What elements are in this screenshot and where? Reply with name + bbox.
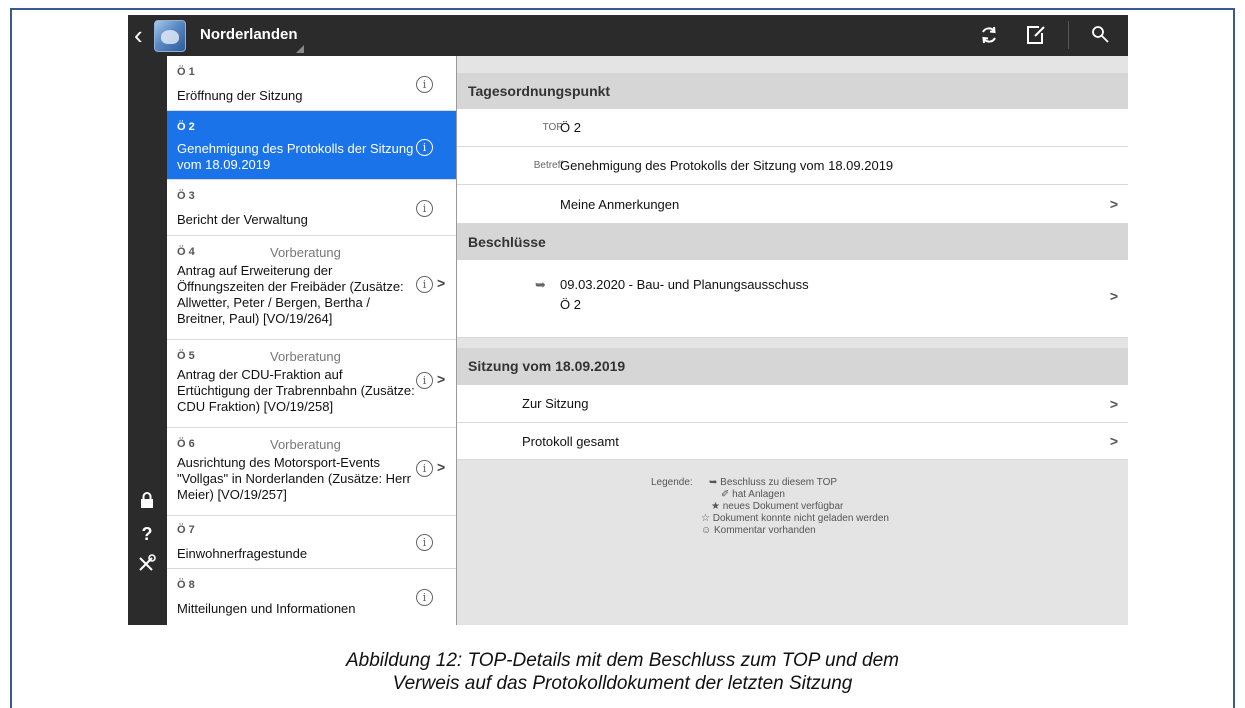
agenda-number: Ö 8: [177, 579, 195, 591]
detail-pane: Tagesordnungspunkt TOP Ö 2 Betreff Geneh…: [457, 56, 1128, 625]
info-icon[interactable]: i: [416, 534, 433, 551]
agenda-number: Ö 1: [177, 66, 195, 78]
refresh-icon[interactable]: [978, 24, 1000, 46]
figure-caption-line2: Verweis auf das Protokolldokument der le…: [392, 673, 853, 694]
figure-caption-line1: Abbildung 12: TOP-Details mit dem Beschl…: [345, 650, 899, 671]
legend-kommentar: ☺ Kommentar vorhanden: [701, 525, 816, 536]
help-icon[interactable]: ?: [136, 524, 158, 546]
agenda-title: Antrag auf Erweiterung der Öffnungszeite…: [177, 263, 404, 326]
agenda-number: Ö 3: [177, 190, 195, 202]
edit-icon[interactable]: [1025, 24, 1047, 46]
info-icon[interactable]: i: [416, 372, 433, 389]
back-chevron-icon[interactable]: ‹: [134, 21, 152, 49]
agenda-number: Ö 2: [177, 121, 195, 133]
chevron-right-icon: >: [1109, 396, 1118, 412]
agenda-item[interactable]: Ö 3 Bericht der Verwaltung i: [167, 180, 456, 236]
agenda-list: Ö 1 Eröffnung der Sitzung i Ö 2 Genehmig…: [167, 56, 456, 625]
info-icon[interactable]: i: [416, 589, 433, 606]
section-header-beschluesse: Beschlüsse: [457, 224, 1128, 260]
anmerkungen-row[interactable]: Meine Anmerkungen >: [457, 185, 1128, 224]
legend-beschluss: ➥ Beschluss zu diesem TOP: [709, 477, 838, 488]
toolbar-separator: [1068, 21, 1069, 49]
chevron-right-icon[interactable]: >: [437, 459, 445, 475]
info-icon[interactable]: i: [416, 460, 433, 477]
zur-sitzung-label: Zur Sitzung: [522, 396, 589, 411]
agenda-note: Vorberatung: [270, 349, 341, 364]
chevron-right-icon[interactable]: >: [437, 371, 445, 387]
agenda-item[interactable]: Ö 5 Vorberatung Antrag der CDU-Fraktion …: [167, 340, 456, 428]
agenda-number: Ö 4: [177, 246, 195, 258]
agenda-title: Antrag der CDU-Fraktion auf Ertüchtigung…: [177, 367, 415, 414]
legend-anlagen: ✐ hat Anlagen: [721, 489, 785, 500]
betreff-label: Betreff: [533, 160, 563, 171]
agenda-title: Ausrichtung des Motorsport-Events "Vollg…: [177, 455, 411, 502]
info-icon[interactable]: i: [416, 276, 433, 293]
protokoll-row[interactable]: Protokoll gesamt >: [457, 423, 1128, 460]
tools-icon[interactable]: [136, 552, 158, 574]
agenda-item[interactable]: Ö 4 Vorberatung Antrag auf Erweiterung d…: [167, 236, 456, 340]
search-icon[interactable]: [1090, 24, 1112, 46]
title-dropdown-corner: [296, 45, 304, 53]
betreff-value: Genehmigung des Protokolls der Sitzung v…: [560, 158, 894, 173]
section-header-tagesordnungspunkt: Tagesordnungspunkt: [457, 73, 1128, 109]
agenda-title: Eröffnung der Sitzung: [177, 88, 303, 103]
agenda-title: Genehmigung des Protokolls der Sitzung v…: [177, 141, 414, 172]
app-window: ‹ Norderlanden ? Ö 1 Eröffnung der Sitzu…: [128, 15, 1128, 625]
agenda-note: Vorberatung: [270, 437, 341, 452]
betreff-row: Betreff Genehmigung des Protokolls der S…: [457, 147, 1128, 185]
agenda-title: Bericht der Verwaltung: [177, 212, 308, 227]
zur-sitzung-row[interactable]: Zur Sitzung >: [457, 385, 1128, 423]
top-bar: ‹ Norderlanden: [128, 15, 1128, 56]
agenda-number: Ö 6: [177, 438, 195, 450]
agenda-item[interactable]: Ö 1 Eröffnung der Sitzung i: [167, 56, 456, 111]
app-logo: [154, 20, 186, 52]
agenda-item-selected[interactable]: Ö 2 Genehmigung des Protokolls der Sitzu…: [167, 111, 456, 180]
app-title[interactable]: Norderlanden: [200, 26, 298, 43]
legend-dokument-fehler: ☆ Dokument konnte nicht geladen werden: [701, 513, 889, 524]
info-icon[interactable]: i: [416, 200, 433, 217]
agenda-number: Ö 7: [177, 524, 195, 536]
chevron-right-icon: >: [1109, 433, 1118, 449]
chevron-right-icon: >: [1109, 196, 1118, 212]
legend-neues-dokument: ★ neues Dokument verfügbar: [711, 501, 844, 512]
agenda-item[interactable]: Ö 7 Einwohnerfragestunde i: [167, 516, 456, 569]
top-row: TOP Ö 2: [457, 109, 1128, 147]
section-header-sitzung: Sitzung vom 18.09.2019: [457, 348, 1128, 385]
agenda-item[interactable]: Ö 6 Vorberatung Ausrichtung des Motorspo…: [167, 428, 456, 516]
chevron-right-icon[interactable]: >: [437, 275, 445, 291]
protokoll-label: Protokoll gesamt: [522, 434, 619, 449]
beschluss-line1: 09.03.2020 - Bau- und Planungsausschuss: [560, 277, 809, 292]
anmerkungen-label: Meine Anmerkungen: [560, 197, 680, 212]
agenda-item[interactable]: Ö 8 Mitteilungen und Informationen i: [167, 569, 456, 625]
chevron-right-icon: >: [1109, 288, 1118, 304]
agenda-number: Ö 5: [177, 350, 195, 362]
info-icon[interactable]: i: [416, 139, 433, 156]
side-rail: ?: [128, 56, 167, 625]
beschluss-arrow-icon: ➥: [535, 277, 546, 292]
beschluss-row[interactable]: ➥ 09.03.2020 - Bau- und Planungsausschus…: [457, 260, 1128, 338]
agenda-note: Vorberatung: [270, 245, 341, 260]
legend-label: Legende:: [651, 477, 693, 488]
lock-icon[interactable]: [136, 489, 158, 511]
top-value: Ö 2: [560, 120, 581, 135]
beschluss-line2: Ö 2: [560, 297, 581, 312]
info-icon[interactable]: i: [416, 76, 433, 93]
agenda-title: Einwohnerfragestunde: [177, 546, 308, 561]
agenda-title: Mitteilungen und Informationen: [177, 601, 356, 616]
